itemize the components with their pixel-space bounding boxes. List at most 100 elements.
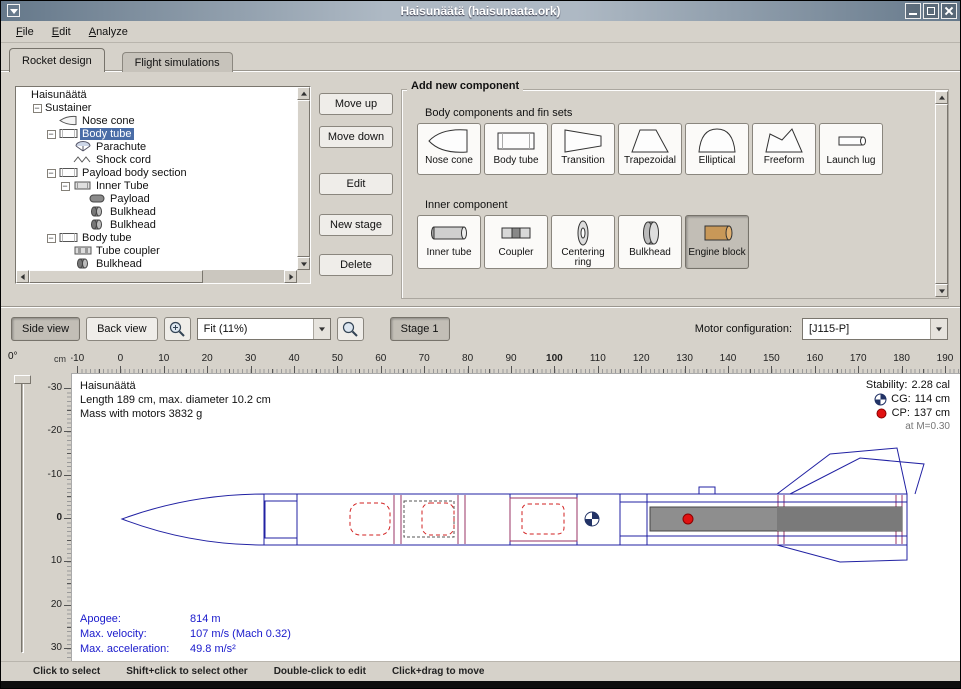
titlebar[interactable]: Haisunäätä (haisunaata.ork) xyxy=(1,1,960,21)
tree-item-nose-cone[interactable]: Nose cone xyxy=(16,114,297,127)
tab-flight-simulations[interactable]: Flight simulations xyxy=(122,52,233,72)
tree-vertical-scrollbar[interactable] xyxy=(297,87,310,270)
h-ruler-label: -10 xyxy=(71,353,84,364)
arrow-right-icon xyxy=(289,274,293,280)
horizontal-ruler: -100102030405060708090100110120130140150… xyxy=(71,349,960,373)
zoom-fit-button[interactable] xyxy=(337,317,364,341)
tree-item-payload[interactable]: Payload xyxy=(16,192,297,205)
tree-expander-minus-icon[interactable]: − xyxy=(47,169,56,178)
tree-item-bulkhead[interactable]: Bulkhead xyxy=(16,205,297,218)
scroll-thumb[interactable] xyxy=(297,100,310,257)
zoom-in-button[interactable] xyxy=(164,317,191,341)
tree-item-bulkhead[interactable]: Bulkhead xyxy=(16,257,297,270)
scroll-down-button[interactable] xyxy=(297,257,310,270)
menu-analyze[interactable]: Analyze xyxy=(80,23,137,41)
panel-vertical-scrollbar[interactable] xyxy=(935,91,948,297)
menu-file[interactable]: File xyxy=(7,23,43,41)
scroll-down-button[interactable] xyxy=(935,284,948,297)
minimize-button[interactable] xyxy=(905,3,921,19)
tree-item-payload-body-section[interactable]: −Payload body section xyxy=(16,166,297,179)
stability-value: 2.28 cal xyxy=(911,378,950,392)
bulkhead-icon xyxy=(71,258,94,269)
add-launch-lug-button[interactable]: Launch lug xyxy=(819,123,883,175)
menu-edit[interactable]: Edit xyxy=(43,23,80,41)
tree-item-tube-coupler[interactable]: Tube coupler xyxy=(16,244,297,257)
add-coupler-button[interactable]: Coupler xyxy=(484,215,548,269)
edit-button[interactable]: Edit xyxy=(319,173,393,195)
coupler-icon xyxy=(71,245,94,256)
flight-stat-value: 814 m xyxy=(190,612,221,627)
hint-3: Double-click to edit xyxy=(274,666,366,677)
stage-1-toggle[interactable]: Stage 1 xyxy=(390,317,450,341)
tree-item-label: Bulkhead xyxy=(108,206,158,218)
maximize-button[interactable] xyxy=(923,3,939,19)
tree-item-sustainer[interactable]: −Sustainer xyxy=(16,101,297,114)
scroll-up-button[interactable] xyxy=(935,91,948,104)
component-button-label: Nose cone xyxy=(425,156,473,166)
rotation-slider-handle[interactable] xyxy=(14,375,31,384)
tree-item-label: Body tube xyxy=(80,232,134,244)
add-freeform-button[interactable]: Freeform xyxy=(752,123,816,175)
add-transition-button[interactable]: Transition xyxy=(551,123,615,175)
tree-item-parachute[interactable]: Parachute xyxy=(16,140,297,153)
tabstrip: Rocket design Flight simulations xyxy=(1,43,960,72)
component-group-label: Inner component xyxy=(425,199,508,211)
add-trapezoidal-button[interactable]: Trapezoidal xyxy=(618,123,682,175)
launch-lug-shape[interactable] xyxy=(699,487,715,494)
motor-configuration-select[interactable]: [J115-P] xyxy=(802,318,948,340)
rotation-slider-track[interactable] xyxy=(21,377,24,653)
move-down-button[interactable]: Move down xyxy=(319,126,393,148)
add-elliptical-button[interactable]: Elliptical xyxy=(685,123,749,175)
tree-expander-minus-icon[interactable]: − xyxy=(33,104,42,113)
new-stage-button[interactable]: New stage xyxy=(319,214,393,236)
back-view-button[interactable]: Back view xyxy=(86,317,158,341)
add-bulkhead-button[interactable]: Bulkhead xyxy=(618,215,682,269)
delete-button[interactable]: Delete xyxy=(319,254,393,276)
nose-cone-shape[interactable] xyxy=(122,494,264,545)
component-button-label: Engine block xyxy=(688,248,745,258)
stability-block: Stability: 2.28 cal CG: 114 cm CP: 137 c… xyxy=(866,378,950,434)
scroll-thumb[interactable] xyxy=(935,104,948,284)
scrollbar-corner xyxy=(297,270,310,283)
rocket-mass: Mass with motors 3832 g xyxy=(80,407,271,421)
tree-item-haisun-t[interactable]: Haisunäätä xyxy=(16,88,297,101)
add-engine-block-button[interactable]: Engine block xyxy=(685,215,749,269)
scroll-up-button[interactable] xyxy=(297,87,310,100)
add-centering-ring-button[interactable]: Centering ring xyxy=(551,215,615,269)
v-ruler-label: -30 xyxy=(48,382,62,393)
move-up-button[interactable]: Move up xyxy=(319,93,393,115)
body-tube-icon xyxy=(57,232,80,243)
v-ruler-label: 10 xyxy=(51,555,62,566)
close-button[interactable] xyxy=(941,3,957,19)
tree-item-shock-cord[interactable]: Shock cord xyxy=(16,153,297,166)
tree-expander-minus-icon[interactable]: − xyxy=(61,182,70,191)
component-tree[interactable]: Haisunäätä−SustainerNose cone−Body tubeP… xyxy=(16,87,297,270)
tree-item-body-tube[interactable]: − Body tube xyxy=(16,231,297,244)
cg-marker xyxy=(585,512,599,526)
zoom-level-select[interactable]: Fit (11%) xyxy=(197,318,331,340)
scroll-left-button[interactable] xyxy=(16,270,29,283)
flight-stat-value: 107 m/s (Mach 0.32) xyxy=(190,627,291,642)
rocket-canvas[interactable]: Haisunäätä Length 189 cm, max. diameter … xyxy=(71,373,960,661)
tree-expander-minus-icon[interactable]: − xyxy=(47,130,56,139)
add-body-tube-button[interactable]: Body tube xyxy=(484,123,548,175)
tab-rocket-design[interactable]: Rocket design xyxy=(9,48,105,72)
scroll-right-button[interactable] xyxy=(284,270,297,283)
h-ruler-label: 140 xyxy=(720,353,737,364)
tree-horizontal-scrollbar[interactable] xyxy=(16,270,297,283)
scroll-thumb[interactable] xyxy=(29,270,203,283)
arrow-left-icon xyxy=(20,274,24,280)
tree-item-label: Haisunäätä xyxy=(29,89,89,101)
tree-item-inner-tube[interactable]: −Inner Tube xyxy=(16,179,297,192)
v-ruler-label: -20 xyxy=(48,425,62,436)
view-toolbar: Side view Back view Fit (11%) Stage 1 Mo… xyxy=(1,309,960,349)
add-nose-cone-button[interactable]: Nose cone xyxy=(417,123,481,175)
add-inner-tube-button[interactable]: Inner tube xyxy=(417,215,481,269)
stability-label: Stability: xyxy=(866,378,908,392)
tree-expander-minus-icon[interactable]: − xyxy=(47,234,56,243)
side-view-button[interactable]: Side view xyxy=(11,317,80,341)
tree-item-bulkhead[interactable]: Bulkhead xyxy=(16,218,297,231)
h-ruler-label: 80 xyxy=(462,353,473,364)
dropdown-arrow xyxy=(930,319,947,339)
tree-item-body-tube[interactable]: −Body tube xyxy=(16,127,297,140)
